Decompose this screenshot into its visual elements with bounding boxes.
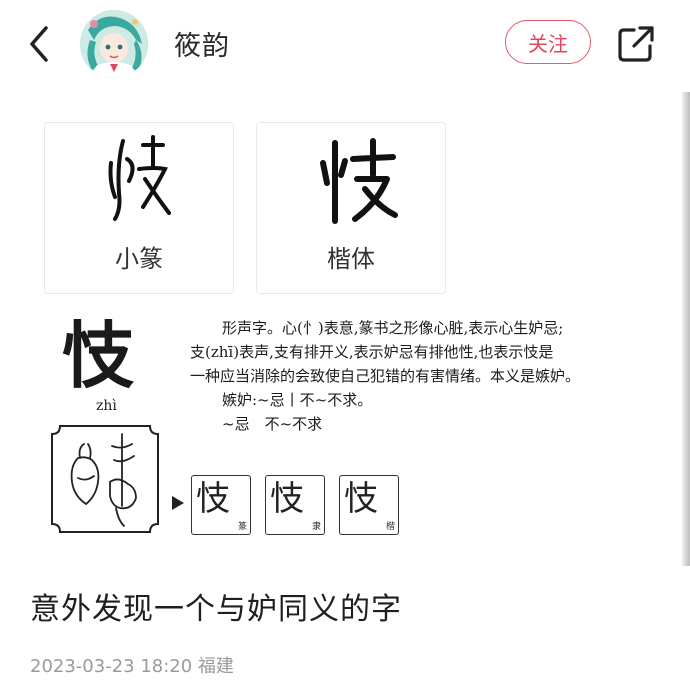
regular-script-glyph bbox=[320, 138, 398, 224]
evolution-tag: 楷 bbox=[385, 522, 395, 532]
evolution-clerical-box: 忮 隶 bbox=[265, 475, 325, 535]
explanation-line: 形声字。心(忄)表意,篆书之形像心脏,表示心生妒忌; bbox=[222, 319, 564, 337]
explanation-line: ~忌 不~不求 bbox=[222, 415, 323, 433]
seal-script-card: 小篆 bbox=[44, 122, 234, 294]
headword-character: 忮 bbox=[62, 313, 135, 398]
character-explanation: 形声字。心(忄)表意,篆书之形像心脏,表示心生妒忌; 支(zhī)表声,支有排开… bbox=[190, 316, 630, 436]
regular-script-label: 楷体 bbox=[327, 245, 375, 273]
explanation-line: 嫉妒:~忌丨不~不求。 bbox=[222, 391, 373, 409]
back-button[interactable] bbox=[20, 22, 60, 66]
headword-pinyin: zhì bbox=[96, 398, 117, 414]
share-button[interactable] bbox=[614, 22, 658, 66]
seal-script-glyph bbox=[108, 135, 171, 221]
evolution-tag: 隶 bbox=[311, 522, 321, 532]
seal-script-label: 小篆 bbox=[115, 245, 163, 273]
avatar-image bbox=[80, 10, 148, 78]
evolution-char: 忮 bbox=[344, 479, 378, 519]
evolution-tag: 篆 bbox=[237, 522, 247, 532]
chevron-left-icon bbox=[30, 26, 48, 62]
author-name[interactable]: 筱韵 bbox=[174, 24, 230, 63]
evolution-char: 忮 bbox=[270, 479, 304, 519]
share-external-icon bbox=[618, 26, 654, 62]
evolution-regular-box: 忮 楷 bbox=[339, 475, 399, 535]
evolution-arrow bbox=[172, 496, 184, 510]
avatar[interactable] bbox=[80, 10, 148, 78]
explanation-line: 支(zhī)表声,支有排开义,表示妒忌有排他性,也表示忮是 bbox=[190, 343, 554, 361]
follow-button[interactable]: 关注 bbox=[505, 20, 591, 64]
post-image[interactable]: 小篆 楷体 忮 zhì 形声字。心(忄)表意,篆书之形像心脏,表示心生妒忌; 支… bbox=[0, 92, 690, 566]
evolution-seal-box: 忮 篆 bbox=[191, 475, 251, 535]
image-edge-shadow bbox=[682, 92, 690, 566]
evolution-char: 忮 bbox=[196, 479, 230, 519]
explanation-line: 一种应当消除的会致使自己犯错的有害情绪。本义是嫉妒。 bbox=[190, 367, 581, 385]
post-meta: 2023-03-23 18:20 福建 bbox=[30, 656, 234, 677]
post-detail-screen: 筱韵 关注 小篆 楷体 忮 zhì 形声字。心(忄)表意,篆书之形像心脏,表示心… bbox=[0, 0, 690, 683]
regular-script-card: 楷体 bbox=[256, 122, 446, 294]
post-title: 意外发现一个与妒同义的字 bbox=[30, 592, 402, 627]
pictograph-illustration bbox=[51, 425, 159, 533]
top-bar: 筱韵 关注 bbox=[0, 0, 690, 92]
